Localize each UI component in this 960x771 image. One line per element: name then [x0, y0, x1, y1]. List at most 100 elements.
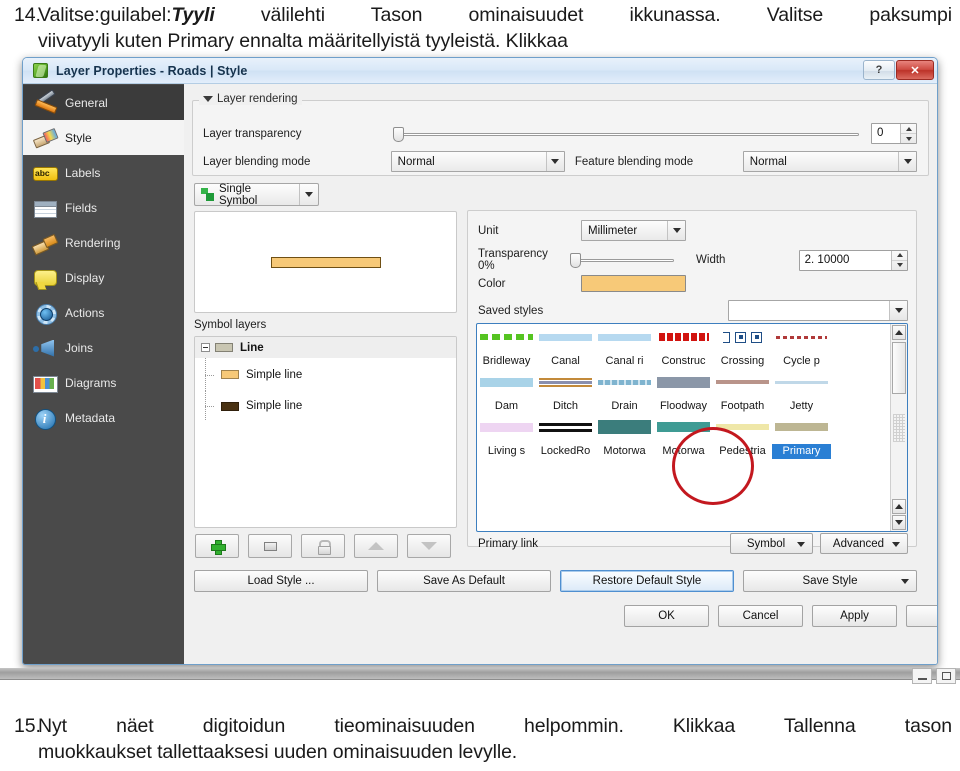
sidebar-label-general: General	[65, 95, 108, 110]
scroll-up-button-2[interactable]	[892, 499, 906, 514]
sidebar-item-diagrams[interactable]: Diagrams	[23, 365, 184, 400]
chevron-down-icon[interactable]	[203, 96, 213, 102]
help-footer-button[interactable]: Help	[906, 605, 938, 627]
style-cell-lockedro[interactable]: LockedRo	[536, 414, 595, 459]
style-cell-floodway[interactable]: Floodway	[654, 369, 713, 414]
scrollbar-grip	[893, 414, 905, 442]
spin-arrows[interactable]	[900, 124, 916, 143]
sidebar-item-rendering[interactable]: Rendering	[23, 225, 184, 260]
style-cell-living-s[interactable]: Living s	[477, 414, 536, 459]
save-as-default-button[interactable]: Save As Default	[377, 570, 551, 592]
style-cell-jetty[interactable]: Jetty	[772, 369, 831, 414]
dialog-buttonbox: OK Cancel Apply Help	[624, 605, 938, 627]
unit-combo[interactable]: Millimeter	[581, 220, 686, 241]
style-cell-primary[interactable]: Primary	[772, 414, 831, 459]
layer-blending-combo[interactable]: Normal	[390, 151, 565, 172]
lock-symbol-layer-button[interactable]	[301, 534, 345, 558]
style-cell-ditch[interactable]: Ditch	[536, 369, 595, 414]
style-cell-crossing[interactable]: Crossing	[713, 324, 772, 369]
chevron-down-icon[interactable]	[545, 152, 564, 171]
restore-default-style-button[interactable]: Restore Default Style	[560, 570, 734, 592]
symbol-layer-child-1[interactable]: Simple line	[195, 358, 456, 391]
qgis-leaf-icon	[32, 62, 49, 79]
symbol-layer-child-1-label: Simple line	[246, 368, 303, 381]
symbol-layer-child-2-label: Simple line	[246, 400, 303, 412]
style-swatch	[539, 333, 592, 341]
chevron-down-icon[interactable]	[898, 152, 916, 171]
collapse-icon[interactable]	[201, 343, 210, 352]
symbol-transparency-slider[interactable]	[569, 253, 675, 268]
style-swatch	[480, 422, 533, 432]
symbol-layers-tree[interactable]: Line Simple line Simple line	[194, 336, 457, 528]
load-style-button[interactable]: Load Style ...	[194, 570, 368, 592]
ok-button[interactable]: OK	[624, 605, 709, 627]
chevron-down-icon[interactable]	[298, 184, 318, 205]
style-cell-bridleway[interactable]: Bridleway	[477, 324, 536, 369]
save-as-default-label: Save As Default	[423, 575, 505, 587]
gallery-scrollbar[interactable]	[890, 324, 907, 531]
spin-arrows[interactable]	[891, 250, 907, 270]
add-symbol-layer-button[interactable]	[195, 534, 239, 558]
chevron-down-icon[interactable]	[889, 301, 907, 320]
help-button[interactable]: ?	[863, 60, 895, 80]
color-row: Color	[478, 275, 686, 292]
close-button[interactable]: ✕	[896, 60, 934, 80]
unit-row: Unit Millimeter	[478, 220, 686, 241]
sidebar-item-labels[interactable]: Labels	[23, 155, 184, 190]
restore-button[interactable]	[936, 668, 956, 684]
sidebar-item-fields[interactable]: Fields	[23, 190, 184, 225]
style-cell-canal[interactable]: Canal	[536, 324, 595, 369]
symbol-layer-swatch	[221, 370, 239, 379]
feature-blending-combo[interactable]: Normal	[742, 151, 917, 172]
step-15-number: 15.	[14, 715, 41, 737]
help-label: Help	[937, 610, 938, 622]
style-name: Footpath	[720, 400, 765, 412]
style-cell-motorwa-1[interactable]: Motorwa	[595, 414, 654, 459]
sidebar-item-style[interactable]: Style	[23, 120, 184, 155]
layer-transparency-slider[interactable]	[393, 126, 859, 142]
layer-transparency-spinbox[interactable]: 0	[871, 123, 917, 144]
style-cell-pedestria[interactable]: Pedestria	[713, 414, 772, 459]
save-style-button[interactable]: Save Style	[743, 570, 917, 592]
symbol-layer-root[interactable]: Line	[195, 337, 456, 358]
sidebar-item-display[interactable]: Display	[23, 260, 184, 295]
renderer-type-combo[interactable]: Single Symbol	[194, 183, 319, 207]
style-cell-canal-ri[interactable]: Canal ri	[595, 324, 654, 369]
style-cell-dam[interactable]: Dam	[477, 369, 536, 414]
chevron-down-icon[interactable]	[667, 221, 685, 240]
move-up-symbol-layer-button[interactable]	[354, 534, 398, 558]
apply-button[interactable]: Apply	[812, 605, 897, 627]
style-cell-drain[interactable]: Drain	[595, 369, 654, 414]
background-window-titlebar	[0, 668, 960, 680]
predefined-styles-gallery[interactable]: Bridleway Canal Canal ri Construc Crossi…	[476, 323, 908, 532]
style-cell-footpath[interactable]: Footpath	[713, 369, 772, 414]
style-cell-cycle-p[interactable]: Cycle p	[772, 324, 831, 369]
color-swatch-button[interactable]	[581, 275, 686, 292]
symbol-layer-child-2[interactable]: Simple line	[195, 391, 456, 421]
style-cell-construc[interactable]: Construc	[654, 324, 713, 369]
advanced-button[interactable]: Advanced	[820, 533, 908, 554]
scroll-up-button[interactable]	[892, 325, 906, 340]
unit-value: Millimeter	[588, 224, 638, 237]
dialog-titlebar[interactable]: Layer Properties - Roads | Style ? ✕	[23, 58, 937, 84]
restore-default-style-label: Restore Default Style	[592, 575, 702, 587]
symbol-button[interactable]: Symbol	[730, 533, 813, 554]
sidebar-item-joins[interactable]: Joins	[23, 330, 184, 365]
cancel-button[interactable]: Cancel	[718, 605, 803, 627]
style-cell-motorwa-2[interactable]: Motorwa	[654, 414, 713, 459]
sidebar-item-general[interactable]: General	[23, 85, 184, 120]
scrollbar-thumb[interactable]	[892, 342, 906, 394]
minimize-icon	[917, 678, 927, 680]
instruction-step-14: 14. Valitse:guilabel:Tyyli välilehti Tas…	[0, 2, 960, 54]
symbol-preview-line	[270, 256, 381, 268]
sidebar-item-actions[interactable]: Actions	[23, 295, 184, 330]
dialog-body: General Style Labels Fields Rendering Di…	[23, 84, 938, 664]
scroll-down-button[interactable]	[892, 515, 906, 530]
remove-symbol-layer-button[interactable]	[248, 534, 292, 558]
width-spinbox[interactable]: 2. 10000	[798, 249, 908, 271]
move-down-symbol-layer-button[interactable]	[407, 534, 451, 558]
minimize-button[interactable]	[912, 668, 932, 684]
style-swatch	[598, 420, 651, 434]
saved-styles-combo[interactable]	[728, 300, 908, 321]
sidebar-item-metadata[interactable]: Metadata	[23, 400, 184, 435]
